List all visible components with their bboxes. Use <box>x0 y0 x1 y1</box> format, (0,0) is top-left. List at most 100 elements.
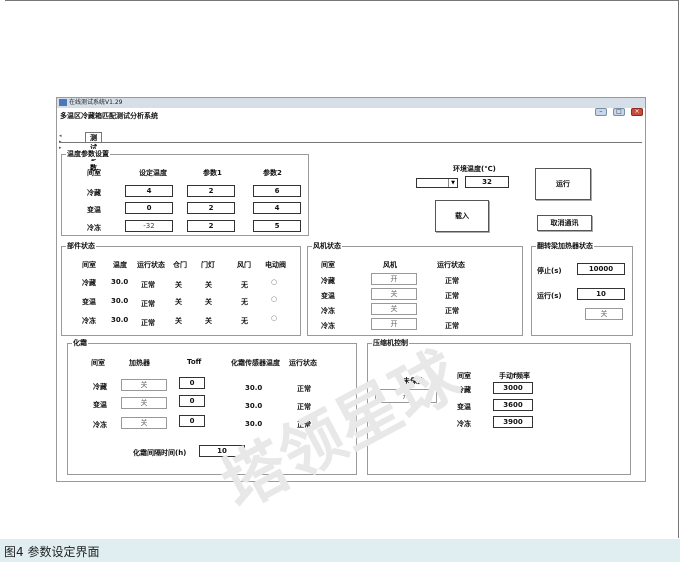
defrost-heater-button[interactable]: 关 <box>121 417 167 429</box>
compressor-protect-button[interactable]: 开 <box>375 389 437 403</box>
parts-row-door: 关 <box>175 281 182 289</box>
parts-header-damper: 风门 <box>237 261 251 269</box>
defrost-header-sensor: 化霜传感器温度 <box>231 359 280 367</box>
toff-input[interactable]: 0 <box>179 377 205 389</box>
defrost-heater-button[interactable]: 关 <box>121 397 167 409</box>
compressor-header-freq: 手动f频率 <box>499 372 531 380</box>
param2-input[interactable]: 4 <box>253 202 301 214</box>
temp-row-name: 冷藏 <box>87 189 101 197</box>
defrost-interval-input[interactable]: 10 <box>199 445 245 457</box>
parts-row-light: 关 <box>205 317 212 325</box>
valve-radio[interactable]: ○ <box>271 295 277 303</box>
fan-row-state: 正常 <box>445 322 459 330</box>
defrost-row-state: 正常 <box>297 421 311 429</box>
fan-toggle-button[interactable]: 开 <box>371 273 417 285</box>
defrost-sensor-temp: 30.0 <box>245 402 263 410</box>
set-temp-input[interactable]: -32 <box>125 220 173 232</box>
param1-input[interactable]: 2 <box>187 220 235 232</box>
load-button[interactable]: 载入 <box>435 200 489 232</box>
defrost-header-toff: Toff <box>187 358 202 366</box>
parts-row-damper: 无 <box>241 281 248 289</box>
compressor-freq-input[interactable]: 3000 <box>493 382 533 394</box>
fan-row-name: 冷藏 <box>321 277 335 285</box>
parts-row-name: 冷冻 <box>82 317 96 325</box>
defrost-row-name: 变温 <box>93 401 107 409</box>
defrost-title: 化霜 <box>72 338 88 348</box>
compressor-header-room: 间室 <box>457 372 471 380</box>
chevron-down-icon: ▼ <box>448 179 457 187</box>
param2-input[interactable]: 5 <box>253 220 301 232</box>
defrost-row-state: 正常 <box>297 385 311 393</box>
set-temp-input[interactable]: 4 <box>125 185 173 197</box>
fan-row-name: 冷冻 <box>321 307 335 315</box>
defrost-row-name: 冷冻 <box>93 421 107 429</box>
compressor-row-name: 冷藏 <box>457 386 471 394</box>
app-title: 多温区冷藏箱匹配测试分析系统 <box>60 112 158 120</box>
fan-toggle-button[interactable]: 关 <box>371 303 417 315</box>
parts-header-door: 仓门 <box>173 261 187 269</box>
param2-input[interactable]: 6 <box>253 185 301 197</box>
fan-row-state: 正常 <box>445 292 459 300</box>
defrost-sensor-temp: 30.0 <box>245 384 263 392</box>
compressor-row-name: 冷冻 <box>457 420 471 428</box>
fan-toggle-button[interactable]: 开 <box>371 318 417 330</box>
compressor-freq-input[interactable]: 3600 <box>493 399 533 411</box>
parts-row-temp: 30.0 <box>111 316 129 324</box>
temp-header-p1: 参数1 <box>203 169 222 177</box>
close-button[interactable]: × <box>631 108 643 116</box>
valve-radio[interactable]: ○ <box>271 314 277 322</box>
parts-row-light: 关 <box>205 281 212 289</box>
parts-row-damper: 无 <box>241 317 248 325</box>
fan-toggle-button[interactable]: 关 <box>371 288 417 300</box>
fan-status-title: 风机状态 <box>312 241 342 251</box>
heater-toggle-button[interactable]: 关 <box>585 308 623 320</box>
defrost-header-state: 运行状态 <box>289 359 317 367</box>
fan-row-name: 冷冻 <box>321 322 335 330</box>
parts-header-room: 间室 <box>82 261 96 269</box>
parts-row-state: 正常 <box>141 300 155 308</box>
defrost-heater-button[interactable]: 关 <box>121 379 167 391</box>
valve-radio[interactable]: ○ <box>271 278 277 286</box>
parts-row-door: 关 <box>175 298 182 306</box>
app-window: 在线测试系统V1.29 – □ × 多温区冷藏箱匹配测试分析系统 ◂ ▸ ▸ 测… <box>56 97 646 482</box>
temp-header-set: 设定温度 <box>139 169 167 177</box>
parts-row-name: 变温 <box>82 298 96 306</box>
toff-input[interactable]: 0 <box>179 415 205 427</box>
window-title: 在线测试系统V1.29 <box>69 99 123 106</box>
ambient-temp-input[interactable]: 32 <box>465 176 509 188</box>
compressor-freq-input[interactable]: 3900 <box>493 416 533 428</box>
parts-row-light: 关 <box>205 298 212 306</box>
cancel-comm-button[interactable]: 取消通讯 <box>537 215 592 231</box>
parts-row-state: 正常 <box>141 281 155 289</box>
minimize-button[interactable]: – <box>594 108 607 116</box>
parts-row-temp: 30.0 <box>111 297 129 305</box>
fan-header-state: 运行状态 <box>437 261 465 269</box>
parts-row-name: 冷藏 <box>82 279 96 287</box>
maximize-button[interactable]: □ <box>612 108 625 116</box>
set-temp-input[interactable]: 0 <box>125 202 173 214</box>
ambient-temp-label: 环境温度(℃) <box>453 165 496 173</box>
parts-header-light: 门灯 <box>201 261 215 269</box>
fan-row-name: 变温 <box>321 292 335 300</box>
param1-input[interactable]: 2 <box>187 185 235 197</box>
tab-divider <box>59 142 642 143</box>
fan-header-room: 间室 <box>321 261 335 269</box>
parts-row-state: 正常 <box>141 319 155 327</box>
heater-status-title: 翻转梁加热器状态 <box>536 241 594 251</box>
heater-run-input[interactable]: 10 <box>577 288 625 300</box>
defrost-header-heater: 加热器 <box>129 359 150 367</box>
heater-stop-input[interactable]: 10000 <box>577 263 625 275</box>
param1-input[interactable]: 2 <box>187 202 235 214</box>
fan-row-state: 正常 <box>445 277 459 285</box>
defrost-row-name: 冷藏 <box>93 383 107 391</box>
temp-row-name: 变温 <box>87 206 101 214</box>
ambient-temp-select[interactable]: ▼ <box>416 178 458 188</box>
parts-header-temp: 温度 <box>113 261 127 269</box>
figure-caption: 图4 参数设定界面 <box>4 545 100 559</box>
compressor-title: 压缩机控制 <box>372 338 409 348</box>
parts-status-title: 部件状态 <box>66 241 96 251</box>
parts-header-state: 运行状态 <box>137 261 165 269</box>
run-button[interactable]: 运行 <box>535 168 591 200</box>
toff-input[interactable]: 0 <box>179 395 205 407</box>
defrost-header-room: 间室 <box>91 359 105 367</box>
